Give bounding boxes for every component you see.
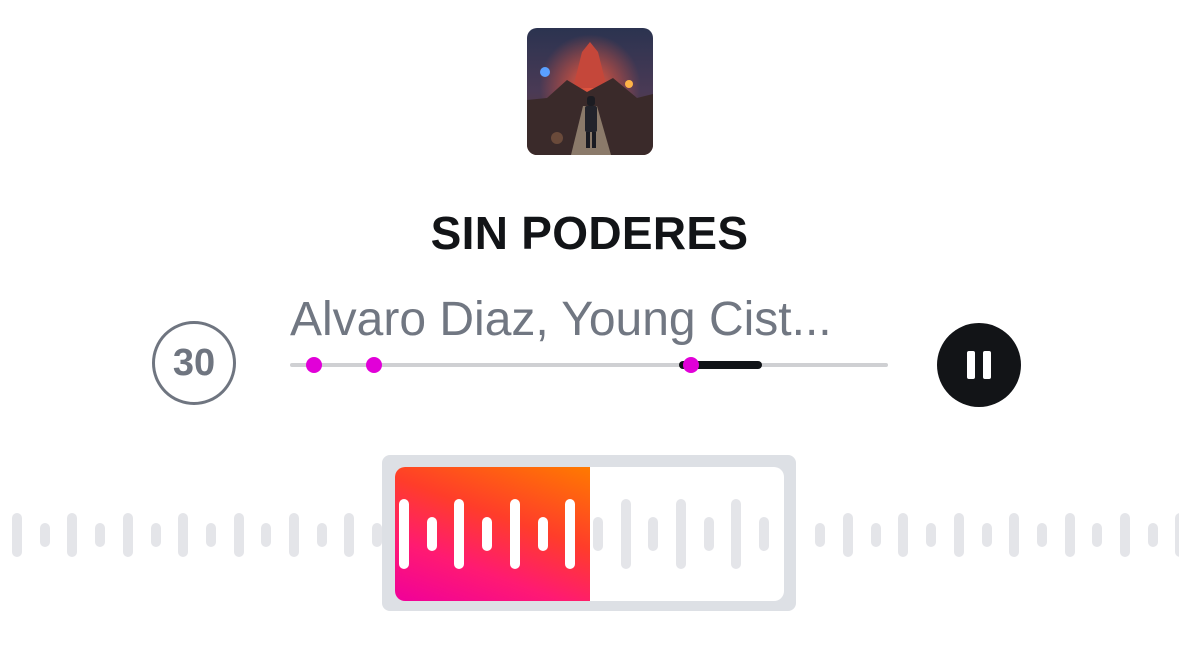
selection-waveform-bar <box>454 499 465 569</box>
waveform-bar <box>926 522 937 548</box>
selection-waveform-bar <box>426 516 437 552</box>
waveform-bar <box>178 512 189 558</box>
waveform-bar <box>261 522 272 548</box>
waveform-bar <box>815 522 826 548</box>
pause-button[interactable] <box>937 323 1021 407</box>
waveform-bar <box>1175 512 1179 558</box>
waveform-bar <box>898 512 909 558</box>
waveform-bar <box>953 512 964 558</box>
progress-marker[interactable] <box>682 357 699 373</box>
waveform-bar <box>150 522 161 548</box>
selection-waveform-bar <box>620 499 631 569</box>
waveform-bar <box>39 522 50 548</box>
waveform-bar <box>316 522 327 548</box>
waveform-bar <box>981 522 992 548</box>
waveform-bar <box>12 512 22 558</box>
waveform-bar <box>205 522 216 548</box>
track-title: SIN PODERES <box>430 207 749 259</box>
progress-marker[interactable] <box>305 357 322 373</box>
waveform-bar <box>233 512 244 558</box>
waveform-bar <box>1147 522 1158 548</box>
selection-waveform-bar <box>399 499 409 569</box>
waveform-bar <box>843 512 853 558</box>
skip-30-label: 30 <box>172 341 216 384</box>
selection-waveform-bar <box>648 516 659 552</box>
waveform-bar <box>1120 512 1130 558</box>
waveform-bar <box>344 512 355 558</box>
waveform-bar <box>67 512 78 558</box>
waveform-bar <box>870 522 881 548</box>
waveform-bar <box>289 512 299 558</box>
artist-names: Alvaro Diaz, Young Cist... <box>290 293 832 346</box>
selection-waveform-bar <box>759 516 770 552</box>
pause-icon-bar <box>983 351 991 379</box>
selection-waveform-bar <box>592 516 603 552</box>
waveform-bar <box>372 522 383 548</box>
selection-waveform-bar <box>482 516 493 552</box>
selection-waveform-bar <box>537 516 548 552</box>
pause-icon <box>967 351 975 379</box>
waveform-bar <box>95 522 106 548</box>
progress-marker[interactable] <box>365 357 382 373</box>
selection-waveform-bar <box>731 499 742 569</box>
waveform-bar <box>122 512 133 558</box>
waveform-bar <box>1036 522 1047 548</box>
selection-waveform-bar <box>676 499 686 569</box>
album-art-image <box>527 28 653 155</box>
waveform-bar <box>1009 512 1020 558</box>
selection-waveform-bar <box>565 499 576 569</box>
waveform-bar <box>1064 512 1075 558</box>
skip-30-button[interactable]: 30 <box>152 321 236 405</box>
selection-clip[interactable] <box>395 467 784 601</box>
waveform-bar <box>1092 522 1103 548</box>
selection-progress-fill <box>395 467 590 601</box>
progress-bar[interactable] <box>290 357 888 373</box>
selection-waveform-bar <box>703 516 714 552</box>
album-art <box>527 28 653 155</box>
selection-waveform-bar <box>509 499 520 569</box>
